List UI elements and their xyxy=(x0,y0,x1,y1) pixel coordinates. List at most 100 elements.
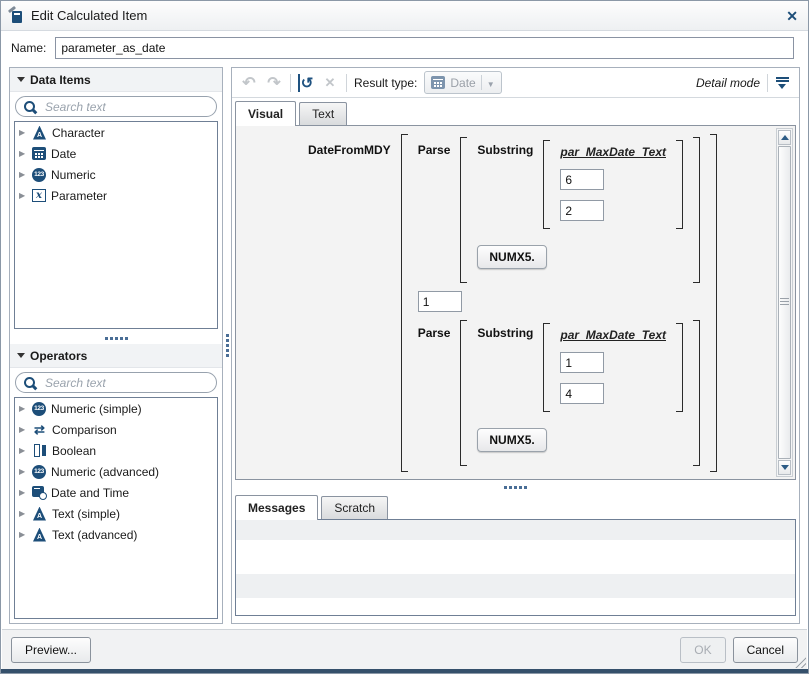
function-datefrommdy[interactable]: DateFromMDY xyxy=(308,134,391,157)
bracket-close xyxy=(693,320,700,466)
chevron-down-icon xyxy=(487,76,495,90)
preview-button[interactable]: Preview... xyxy=(11,637,91,663)
tree-item-label: Parameter xyxy=(51,189,107,203)
day-value-input[interactable] xyxy=(418,291,462,312)
substring-start-input[interactable] xyxy=(560,169,604,190)
data-items-operators-splitter[interactable] xyxy=(10,333,222,344)
result-type-dropdown[interactable]: Date xyxy=(424,71,501,94)
tree-item-boolean[interactable]: Boolean xyxy=(15,440,217,461)
tree-item-numeric[interactable]: Numeric xyxy=(15,164,217,185)
collapse-triangle-icon xyxy=(17,353,25,358)
scroll-up-icon[interactable] xyxy=(778,130,791,145)
substring-row: Substring par_MaxDate_Text xyxy=(477,323,683,412)
expander-icon[interactable] xyxy=(19,425,27,434)
edit-calculated-item-dialog: Edit Calculated Item Name: Data Items xyxy=(0,0,809,674)
bracket-open xyxy=(543,140,550,229)
function-parse[interactable]: Parse xyxy=(418,137,451,157)
tree-item-label: Comparison xyxy=(52,423,117,437)
main-area: Data Items Character Date xyxy=(9,67,800,624)
calculated-item-icon xyxy=(9,8,24,24)
tree-item-label: Text (advanced) xyxy=(52,528,137,542)
tree-item-parameter[interactable]: Parameter xyxy=(15,185,217,206)
editor-panel: Result type: Date Detail mode Visual xyxy=(231,67,800,624)
cancel-button[interactable]: Cancel xyxy=(733,637,798,663)
expression-canvas[interactable]: DateFromMDY Parse xyxy=(235,125,796,480)
tab-visual[interactable]: Visual xyxy=(235,101,296,126)
date-type-icon xyxy=(431,76,445,89)
tree-item-numeric-simple[interactable]: Numeric (simple) xyxy=(15,398,217,419)
expander-icon[interactable] xyxy=(19,446,27,455)
tree-item-text-advanced[interactable]: Text (advanced) xyxy=(15,524,217,545)
expander-icon[interactable] xyxy=(19,530,27,539)
parameter-reference[interactable]: par_MaxDate_Text xyxy=(560,143,666,159)
substring-length-input[interactable] xyxy=(560,383,604,404)
substring-start-input[interactable] xyxy=(560,352,604,373)
informat-button[interactable]: NUMX5. xyxy=(477,245,546,269)
tree-item-date[interactable]: Date xyxy=(15,143,217,164)
substring-length-input[interactable] xyxy=(560,200,604,221)
operators-search[interactable] xyxy=(15,372,217,393)
operators-header[interactable]: Operators xyxy=(10,344,222,368)
tree-item-comparison[interactable]: Comparison xyxy=(15,419,217,440)
scroll-down-icon[interactable] xyxy=(778,460,791,475)
expander-icon[interactable] xyxy=(19,509,27,518)
tab-scratch[interactable]: Scratch xyxy=(321,496,388,519)
tree-item-date-and-time[interactable]: Date and Time xyxy=(15,482,217,503)
function-substring[interactable]: Substring xyxy=(477,140,533,157)
footer-bar: Preview... OK Cancel xyxy=(2,629,807,669)
tree-item-character[interactable]: Character xyxy=(15,122,217,143)
collapse-triangle-icon xyxy=(17,77,25,82)
name-label: Name: xyxy=(11,41,46,55)
tree-item-label: Date and Time xyxy=(51,486,129,500)
parameter-reference[interactable]: par_MaxDate_Text xyxy=(560,326,666,342)
tree-item-text-simple[interactable]: Text (simple) xyxy=(15,503,217,524)
tab-label: Text xyxy=(312,107,334,121)
detail-mode-label: Detail mode xyxy=(696,76,760,90)
bracket-open xyxy=(460,137,467,283)
function-substring[interactable]: Substring xyxy=(477,323,533,340)
expander-icon[interactable] xyxy=(19,404,27,413)
canvas-scrollbar[interactable] xyxy=(776,128,793,477)
expander-icon[interactable] xyxy=(19,191,27,200)
operators-search-input[interactable] xyxy=(43,375,208,391)
operators-title: Operators xyxy=(30,349,87,363)
search-icon xyxy=(24,100,37,113)
ok-button[interactable]: OK xyxy=(680,637,725,663)
undo-icon[interactable] xyxy=(240,74,258,92)
bracket-open xyxy=(401,134,408,472)
delete-icon[interactable] xyxy=(321,74,339,92)
tree-item-numeric-advanced[interactable]: Numeric (advanced) xyxy=(15,461,217,482)
expander-icon[interactable] xyxy=(19,149,27,158)
character-icon xyxy=(32,126,47,140)
expander-icon[interactable] xyxy=(19,128,27,137)
data-items-search-input[interactable] xyxy=(43,99,208,115)
tab-label: Scratch xyxy=(334,501,375,515)
informat-button[interactable]: NUMX5. xyxy=(477,428,546,452)
numeric-icon xyxy=(32,465,46,479)
numeric-icon xyxy=(32,168,46,182)
redo-icon[interactable] xyxy=(265,74,283,92)
search-icon xyxy=(24,376,37,389)
detail-mode-menu-icon[interactable] xyxy=(775,75,791,90)
data-items-search[interactable] xyxy=(15,96,217,117)
function-parse[interactable]: Parse xyxy=(418,320,451,340)
editor-tab-strip: Visual Text xyxy=(232,98,799,125)
canvas-messages-splitter[interactable] xyxy=(232,480,799,495)
reset-icon[interactable] xyxy=(298,74,314,92)
close-icon[interactable] xyxy=(786,9,798,23)
tree-item-label: Numeric (advanced) xyxy=(51,465,159,479)
expander-icon[interactable] xyxy=(19,467,27,476)
name-row: Name: xyxy=(1,31,808,65)
tab-text[interactable]: Text xyxy=(299,102,347,125)
name-input[interactable] xyxy=(55,37,794,59)
expander-icon[interactable] xyxy=(19,488,27,497)
expander-icon[interactable] xyxy=(19,170,27,179)
data-items-header[interactable]: Data Items xyxy=(10,68,222,92)
parameter-icon xyxy=(32,189,46,202)
tab-messages[interactable]: Messages xyxy=(235,495,318,520)
parse-year-row: Parse Substring xyxy=(418,320,700,466)
result-type-label: Result type: xyxy=(354,76,417,90)
tree-item-label: Text (simple) xyxy=(52,507,120,521)
scrollbar-thumb[interactable] xyxy=(778,146,791,459)
panels-splitter[interactable] xyxy=(223,67,231,624)
